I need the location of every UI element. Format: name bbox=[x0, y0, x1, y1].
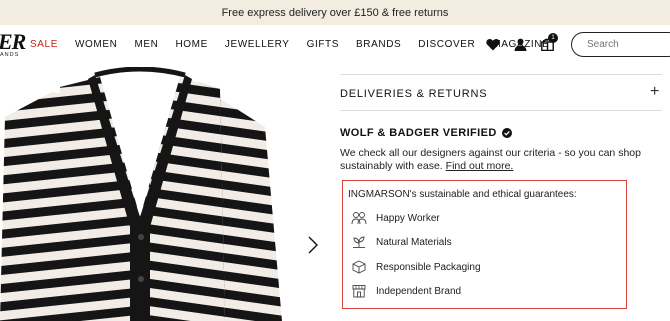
menu-item-discover[interactable]: DISCOVER bbox=[418, 39, 475, 50]
top-navigation: ER ANDS SALE WOMEN MEN HOME JEWELLERY GI… bbox=[0, 25, 670, 67]
menu-item-men[interactable]: MEN bbox=[134, 39, 158, 50]
divider bbox=[340, 74, 662, 75]
happy-worker-icon bbox=[351, 210, 367, 226]
menu-item-brands[interactable]: BRANDS bbox=[356, 39, 401, 50]
guarantee-label: Independent Brand bbox=[376, 285, 462, 297]
verified-title: WOLF & BADGER VERIFIED bbox=[340, 127, 497, 139]
menu-item-home[interactable]: HOME bbox=[175, 39, 207, 50]
menu-item-sale[interactable]: SALE bbox=[30, 39, 58, 50]
divider bbox=[340, 110, 662, 111]
verified-description: We check all our designers against our c… bbox=[340, 147, 660, 173]
guarantees-box: INGMARSON's sustainable and ethical guar… bbox=[342, 180, 627, 309]
bag-count-badge: 1 bbox=[548, 33, 558, 43]
guarantees-title: INGMARSON's sustainable and ethical guar… bbox=[348, 189, 577, 200]
packaging-box-icon bbox=[351, 259, 367, 275]
expand-plus-icon[interactable]: + bbox=[650, 83, 659, 101]
find-out-more-link[interactable]: Find out more. bbox=[446, 160, 514, 172]
account-user-icon[interactable] bbox=[513, 37, 527, 51]
search-input[interactable] bbox=[571, 32, 670, 57]
wishlist-heart-icon[interactable] bbox=[486, 37, 500, 51]
deliveries-returns-toggle[interactable]: DELIVERIES & RETURNS bbox=[340, 88, 487, 100]
guarantee-label: Happy Worker bbox=[376, 212, 440, 224]
promo-banner: Free express delivery over £150 & free r… bbox=[0, 0, 670, 25]
menu-item-jewellery[interactable]: JEWELLERY bbox=[225, 39, 290, 50]
next-image-chevron-right-icon[interactable] bbox=[307, 236, 319, 254]
guarantee-item: Independent Brand bbox=[351, 283, 461, 299]
verified-heading: WOLF & BADGER VERIFIED bbox=[340, 127, 512, 139]
guarantee-label: Natural Materials bbox=[376, 236, 452, 248]
guarantee-item: Natural Materials bbox=[351, 234, 452, 250]
guarantee-label: Responsible Packaging bbox=[376, 261, 481, 273]
verified-check-icon bbox=[501, 128, 512, 138]
natural-materials-icon bbox=[351, 234, 367, 250]
guarantee-item: Happy Worker bbox=[351, 210, 440, 226]
product-details-panel: DELIVERIES & RETURNS + WOLF & BADGER VER… bbox=[340, 67, 670, 321]
shopping-bag-icon[interactable]: 1 bbox=[540, 33, 558, 51]
guarantee-item: Responsible Packaging bbox=[351, 259, 481, 275]
product-image[interactable] bbox=[0, 67, 300, 321]
header-icons: 1 bbox=[486, 33, 567, 51]
storefront-icon bbox=[351, 283, 367, 299]
striped-cardigan-image bbox=[0, 67, 282, 321]
promo-text: Free express delivery over £150 & free r… bbox=[221, 6, 449, 19]
menu-item-gifts[interactable]: GIFTS bbox=[307, 39, 339, 50]
brand-logo-subtext: ANDS bbox=[0, 52, 20, 58]
menu-item-women[interactable]: WOMEN bbox=[75, 39, 117, 50]
